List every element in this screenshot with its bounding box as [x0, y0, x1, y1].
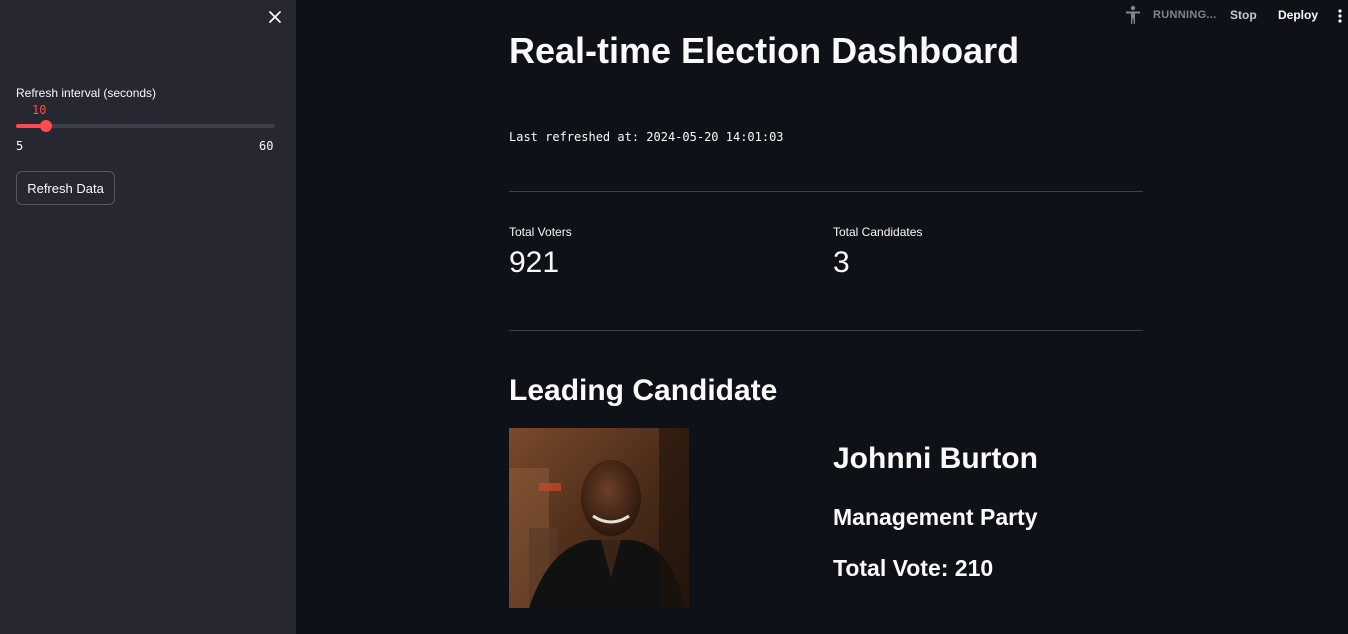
running-status: RUNNING... [1153, 9, 1217, 21]
stop-button[interactable]: Stop [1230, 8, 1257, 22]
divider [509, 191, 1143, 192]
metric-value-total-voters: 921 [509, 246, 560, 279]
last-refreshed-text: Last refreshed at: 2024-05-20 14:01:03 [509, 130, 784, 144]
kebab-menu-icon[interactable] [1334, 8, 1346, 24]
divider [509, 330, 1143, 331]
metric-value-total-candidates: 3 [833, 246, 850, 279]
slider-max-label: 60 [259, 139, 274, 153]
candidate-party: Management Party [833, 504, 1038, 530]
slider-label: Refresh interval (seconds) [16, 86, 157, 100]
slider-current-value: 10 [32, 103, 47, 117]
metric-label-total-candidates: Total Candidates [833, 225, 923, 239]
metric-label-total-voters: Total Voters [509, 225, 572, 239]
refresh-data-button[interactable]: Refresh Data [16, 171, 115, 205]
candidate-total-votes: Total Vote: 210 [833, 555, 994, 581]
slider-thumb[interactable] [40, 120, 52, 132]
running-person-icon [1126, 5, 1140, 24]
page-title: Real-time Election Dashboard [509, 30, 1020, 71]
close-icon[interactable] [266, 8, 284, 26]
slider-min-label: 5 [16, 139, 24, 153]
candidate-name: Johnni Burton [833, 442, 1038, 475]
refresh-interval-slider[interactable] [16, 120, 275, 132]
candidate-photo [509, 428, 689, 608]
leading-candidate-heading: Leading Candidate [509, 374, 778, 407]
deploy-button[interactable]: Deploy [1278, 8, 1318, 22]
sidebar: Refresh interval (seconds) 10 5 60 Refre… [0, 0, 296, 634]
